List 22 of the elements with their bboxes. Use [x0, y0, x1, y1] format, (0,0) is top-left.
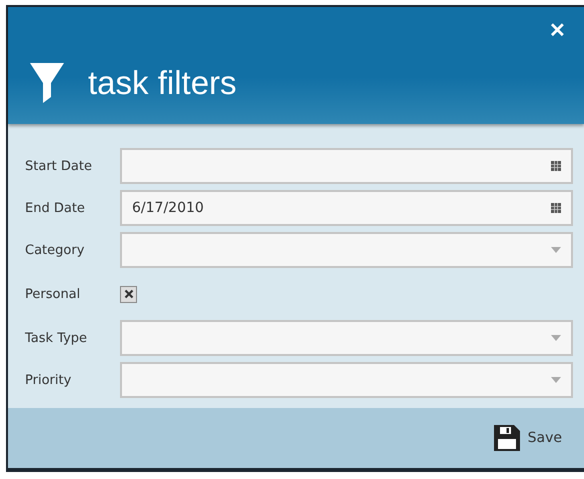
filter-icon — [30, 63, 64, 103]
close-button[interactable]: ✕ — [549, 21, 566, 41]
date-field[interactable] — [120, 148, 573, 184]
cross-mark-icon — [124, 289, 134, 299]
field-label: Start Date — [25, 158, 93, 174]
dropdown-field[interactable] — [120, 362, 573, 398]
caret-icon — [551, 247, 561, 253]
save-button[interactable]: Save — [494, 425, 562, 451]
caret-icon — [551, 335, 561, 341]
date-field[interactable]: 6/17/2010 — [120, 190, 573, 226]
calendar-icon[interactable] — [551, 161, 561, 171]
field-label: End Date — [25, 200, 86, 216]
field-label: Personal — [25, 286, 82, 302]
calendar-icon[interactable] — [551, 203, 561, 213]
dropdown-field[interactable] — [120, 232, 573, 268]
field-label: Task Type — [25, 330, 88, 346]
field-label: Category — [25, 242, 86, 258]
checkbox[interactable] — [120, 286, 137, 302]
field-label: Priority — [25, 372, 72, 388]
dialog-title: task filters — [88, 64, 237, 102]
dropdown-field[interactable] — [120, 320, 573, 356]
caret-icon — [551, 377, 561, 383]
